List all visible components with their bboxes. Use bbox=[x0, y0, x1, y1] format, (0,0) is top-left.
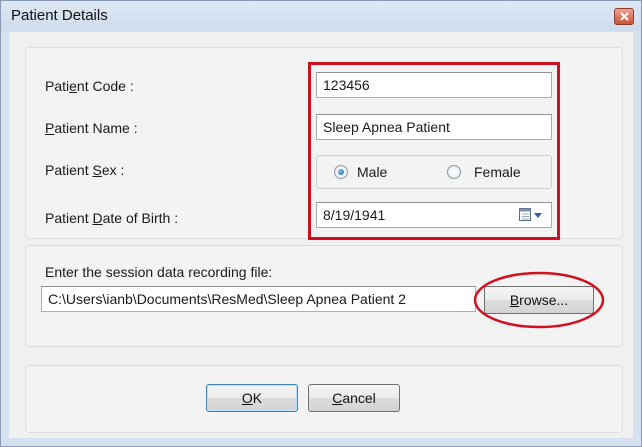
close-icon bbox=[620, 12, 629, 21]
patient-sex-label: Patient Sex : bbox=[45, 162, 125, 178]
cancel-button[interactable]: Cancel bbox=[308, 384, 400, 412]
patient-name-label: Patient Name : bbox=[45, 120, 138, 136]
title-bar: Patient Details bbox=[1, 1, 641, 31]
dialog-client-area: Patient Code : 123456 Patient Name : Sle… bbox=[9, 32, 633, 438]
patient-details-dialog: Patient Details Patient Code : 123456 Pa… bbox=[0, 0, 642, 447]
dialog-title: Patient Details bbox=[11, 7, 108, 24]
ok-button[interactable]: OK bbox=[206, 384, 298, 412]
patient-dob-label: Patient Date of Birth : bbox=[45, 210, 179, 226]
session-file-label: Enter the session data recording file: bbox=[45, 264, 273, 280]
session-file-path-input[interactable]: C:\Users\ianb\Documents\ResMed\Sleep Apn… bbox=[41, 286, 476, 312]
highlight-ellipse bbox=[473, 271, 605, 329]
highlight-rectangle bbox=[308, 62, 560, 240]
close-button[interactable] bbox=[614, 8, 634, 25]
patient-code-label: Patient Code : bbox=[45, 78, 134, 94]
